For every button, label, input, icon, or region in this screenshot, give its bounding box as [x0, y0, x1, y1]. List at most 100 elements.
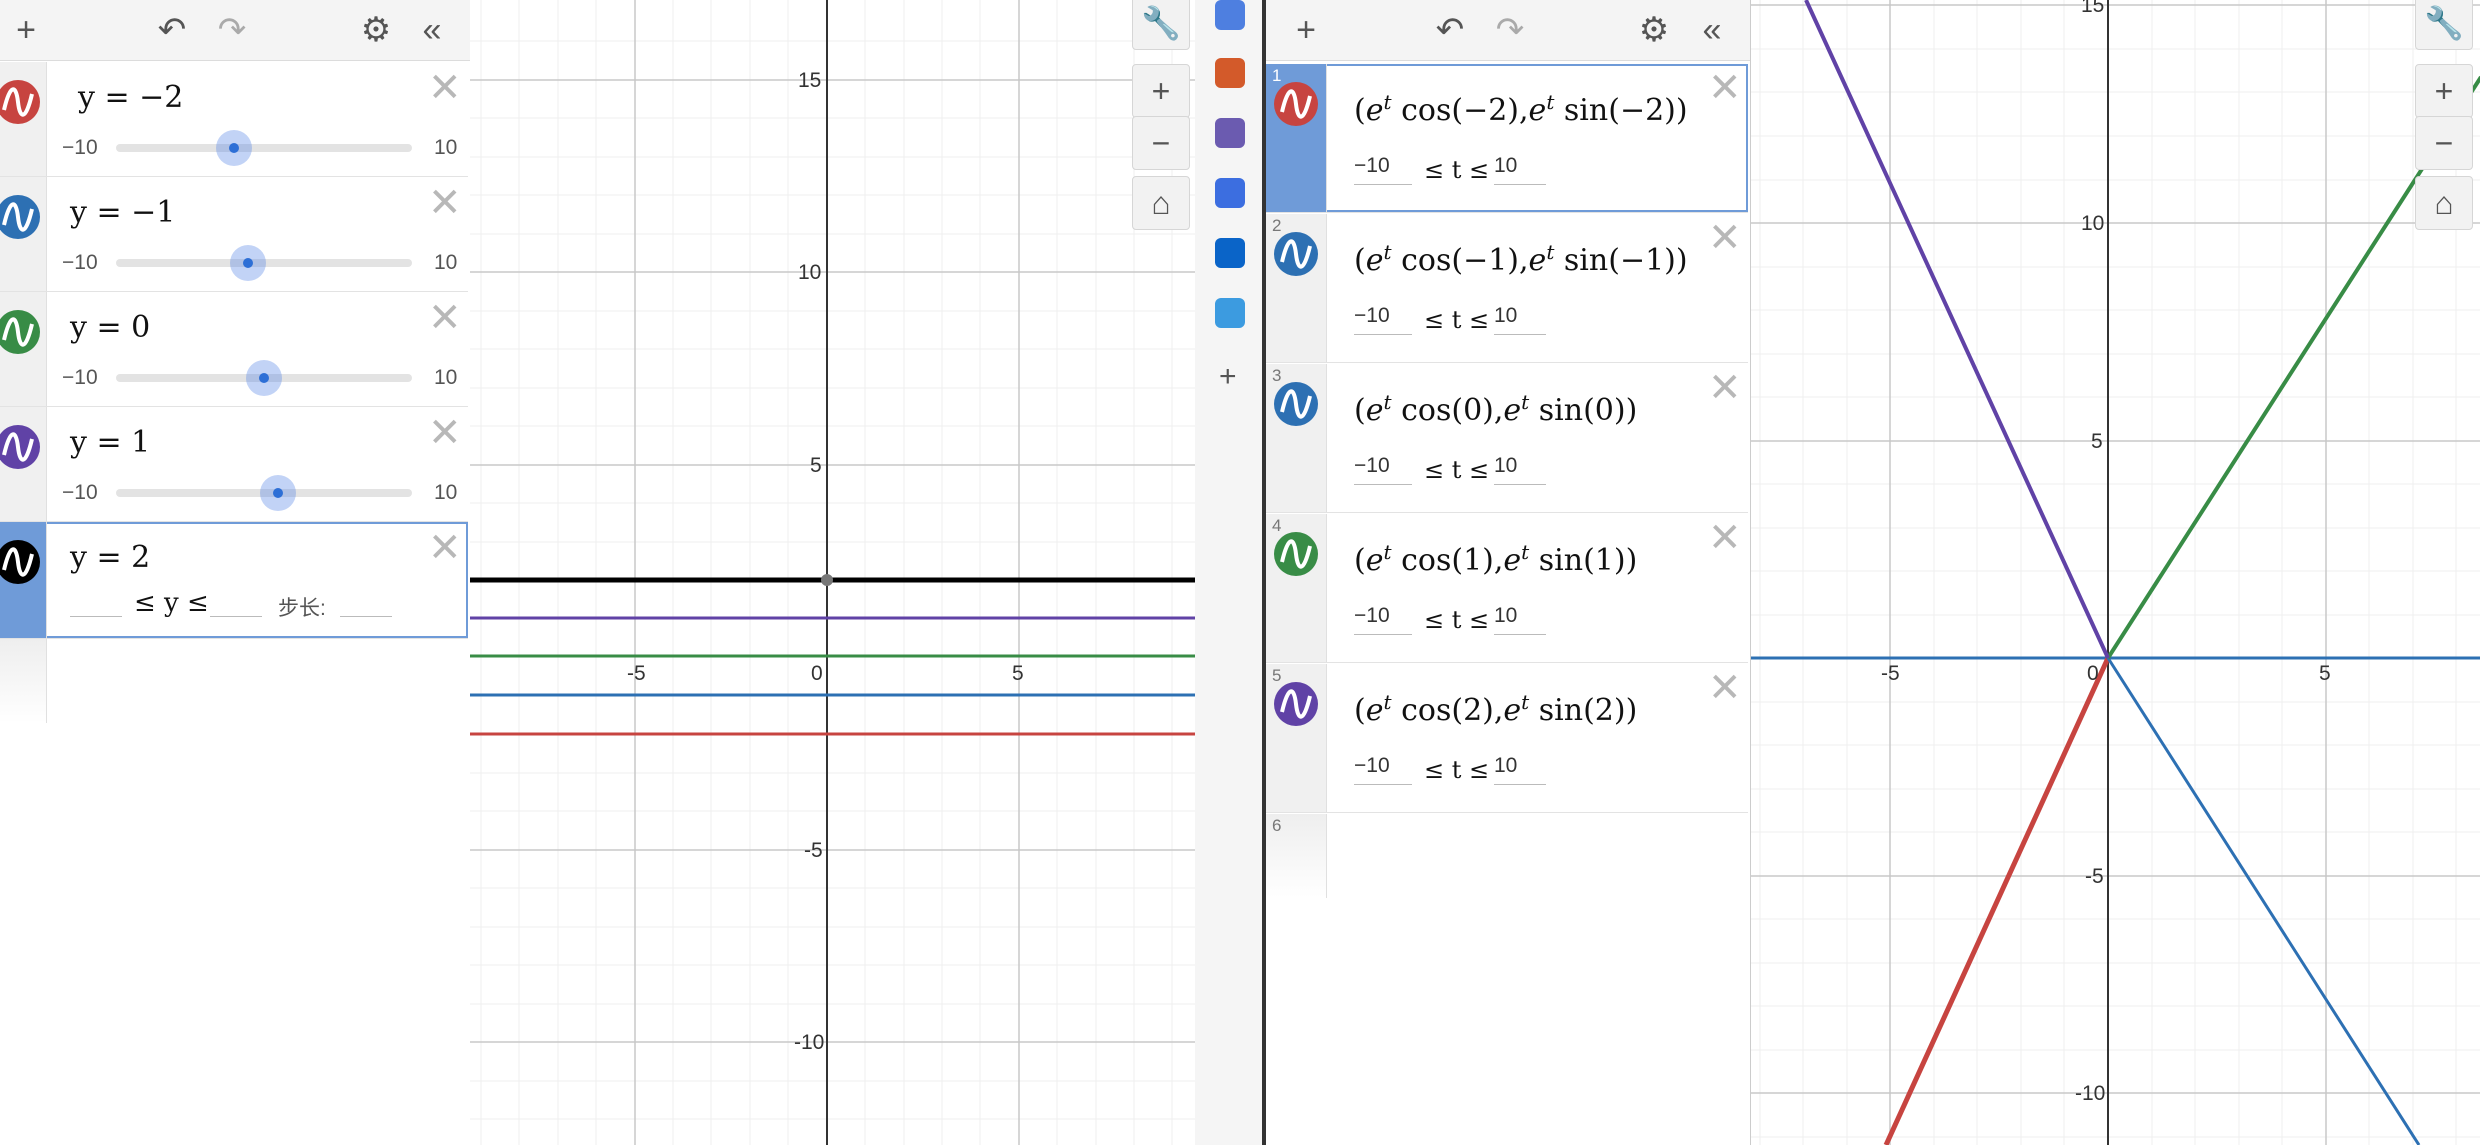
expression-item-empty[interactable]: 6	[1266, 814, 1748, 898]
slider-max[interactable]: 10	[434, 251, 457, 275]
add-expression-button[interactable]: +	[6, 10, 46, 50]
parametric-formula[interactable]: (et cos(2),et sin(2))	[1354, 686, 1637, 728]
t-min-input[interactable]: −10	[1354, 454, 1412, 485]
graph-settings-wrench-icon[interactable]: 🔧	[2415, 0, 2473, 50]
expression-item-4[interactable]: 4 (et cos(1),et sin(1)) ✕ −10 ≤ t ≤ 10	[1266, 514, 1748, 663]
t-max-input[interactable]: 10	[1494, 454, 1546, 485]
expression-formula[interactable]: y = 1	[70, 425, 150, 460]
tag-icon[interactable]	[1215, 0, 1245, 30]
t-min-input[interactable]: −10	[1354, 604, 1412, 635]
expression-formula[interactable]: y = 2	[70, 540, 150, 575]
parametric-formula[interactable]: (et cos(−1),et sin(−1))	[1354, 236, 1688, 278]
graph-color-icon[interactable]	[1274, 382, 1318, 426]
t-max-input[interactable]: 10	[1494, 604, 1546, 635]
zoom-in-button[interactable]: +	[1132, 64, 1190, 118]
delete-expression-button[interactable]: ✕	[428, 528, 462, 568]
graph-settings-wrench-icon[interactable]: 🔧	[1132, 0, 1190, 50]
redo-button[interactable]: ↷	[1490, 10, 1530, 50]
delete-expression-button[interactable]: ✕	[428, 298, 462, 338]
collapse-list-button[interactable]: «	[1692, 10, 1732, 50]
delete-expression-button[interactable]: ✕	[1708, 68, 1742, 108]
send-icon[interactable]	[1215, 298, 1245, 328]
parametric-formula[interactable]: (et cos(−2),et sin(−2))	[1354, 86, 1688, 128]
curve-param-2[interactable]	[1804, 0, 2110, 659]
zoom-in-button[interactable]: +	[2415, 64, 2473, 118]
delete-expression-button[interactable]: ✕	[428, 183, 462, 223]
slider-max[interactable]: 10	[434, 481, 457, 505]
graph-color-icon[interactable]	[1274, 232, 1318, 276]
slider-min[interactable]: −10	[62, 366, 98, 390]
expression-item-2[interactable]: y = −1 ✕ −10 10	[0, 177, 468, 292]
expression-item-1[interactable]: y = −2 ✕ −10 10	[0, 62, 468, 177]
slider-thumb[interactable]	[260, 475, 296, 511]
undo-button[interactable]: ↶	[1430, 10, 1470, 50]
expression-formula[interactable]: y = −2	[78, 80, 183, 115]
undo-button[interactable]: ↶	[152, 10, 192, 50]
graph-color-icon[interactable]	[1274, 682, 1318, 726]
delete-expression-button[interactable]: ✕	[1708, 668, 1742, 708]
outlook-icon[interactable]	[1215, 238, 1245, 268]
settings-gear-icon[interactable]: ⚙	[1634, 10, 1674, 50]
expression-item-1[interactable]: 1 (et cos(−2),et sin(−2)) ✕ −10 ≤ t ≤ 10	[1266, 64, 1748, 213]
expression-item-empty[interactable]	[0, 639, 468, 723]
graph-color-icon[interactable]	[0, 195, 40, 239]
t-max-input[interactable]: 10	[1494, 304, 1546, 335]
settings-gear-icon[interactable]: ⚙	[356, 10, 396, 50]
slider-max[interactable]: 10	[434, 136, 457, 160]
slider-min[interactable]: −10	[62, 136, 98, 160]
briefcase-icon[interactable]	[1215, 58, 1245, 88]
add-expression-button[interactable]: +	[1286, 10, 1326, 50]
expression-tab[interactable]	[0, 639, 47, 723]
t-min-input[interactable]: −10	[1354, 754, 1412, 785]
expression-item-4[interactable]: y = 1 ✕ −10 10	[0, 407, 468, 522]
t-min-input[interactable]: −10	[1354, 304, 1412, 335]
delete-expression-button[interactable]: ✕	[428, 68, 462, 108]
delete-expression-button[interactable]: ✕	[1708, 218, 1742, 258]
slider-min[interactable]: −10	[62, 251, 98, 275]
delete-expression-button[interactable]: ✕	[1708, 368, 1742, 408]
graph-color-icon[interactable]	[1274, 82, 1318, 126]
chess-icon[interactable]	[1215, 118, 1245, 148]
graph-color-icon[interactable]	[0, 80, 40, 124]
slider-thumb[interactable]	[216, 130, 252, 166]
t-min-input[interactable]: −10	[1354, 154, 1412, 185]
step-input[interactable]	[340, 586, 392, 617]
domain-max-input[interactable]	[210, 586, 262, 617]
expression-formula[interactable]: y = −1	[70, 195, 175, 230]
graph-color-icon[interactable]	[0, 540, 40, 584]
add-app-button[interactable]: +	[1219, 360, 1237, 394]
domain-min-input[interactable]	[70, 586, 122, 617]
graph-color-icon[interactable]	[0, 310, 40, 354]
parametric-formula[interactable]: (et cos(0),et sin(0))	[1354, 386, 1637, 428]
curve-param-neg2[interactable]	[1883, 656, 2111, 1145]
expression-item-3[interactable]: y = 0 ✕ −10 10	[0, 292, 468, 407]
parametric-formula[interactable]: (et cos(1),et sin(1))	[1354, 536, 1637, 578]
home-icon[interactable]: ⌂	[1132, 176, 1190, 230]
delete-expression-button[interactable]: ✕	[428, 413, 462, 453]
delete-expression-button[interactable]: ✕	[1708, 518, 1742, 558]
left-graph-canvas[interactable]: -5 0 5 15 10 5 -5 -10 🔧 + − ⌂	[470, 0, 1195, 1145]
expression-item-5[interactable]: 5 (et cos(2),et sin(2)) ✕ −10 ≤ t ≤ 10	[1266, 664, 1748, 813]
right-graph-svg[interactable]: -5 0 5 15 10 5 -5 -10	[1751, 0, 2480, 1145]
slider-max[interactable]: 10	[434, 366, 457, 390]
zoom-out-button[interactable]: −	[2415, 116, 2473, 170]
graph-color-icon[interactable]	[0, 425, 40, 469]
expression-formula[interactable]: y = 0	[70, 310, 150, 345]
slider-min[interactable]: −10	[62, 481, 98, 505]
expression-item-3[interactable]: 3 (et cos(0),et sin(0)) ✕ −10 ≤ t ≤ 10	[1266, 364, 1748, 513]
t-max-input[interactable]: 10	[1494, 154, 1546, 185]
graph-color-icon[interactable]	[1274, 532, 1318, 576]
slider-thumb[interactable]	[246, 360, 282, 396]
redo-button[interactable]: ↷	[212, 10, 252, 50]
t-max-input[interactable]: 10	[1494, 754, 1546, 785]
curve-param-neg1[interactable]	[2106, 657, 2421, 1145]
slider-thumb[interactable]	[230, 245, 266, 281]
left-graph-svg[interactable]: -5 0 5 15 10 5 -5 -10	[470, 0, 1195, 1145]
right-graph-canvas[interactable]: -5 0 5 15 10 5 -5 -10 🔧 + − ⌂	[1750, 0, 2480, 1145]
intersection-point[interactable]	[821, 574, 833, 586]
expression-item-2[interactable]: 2 (et cos(−1),et sin(−1)) ✕ −10 ≤ t ≤ 10	[1266, 214, 1748, 363]
copilot-icon[interactable]	[1215, 178, 1245, 208]
home-icon[interactable]: ⌂	[2415, 176, 2473, 230]
zoom-out-button[interactable]: −	[1132, 116, 1190, 170]
expression-item-5[interactable]: y = 2 ✕ ≤ y ≤ 步长:	[0, 522, 468, 639]
